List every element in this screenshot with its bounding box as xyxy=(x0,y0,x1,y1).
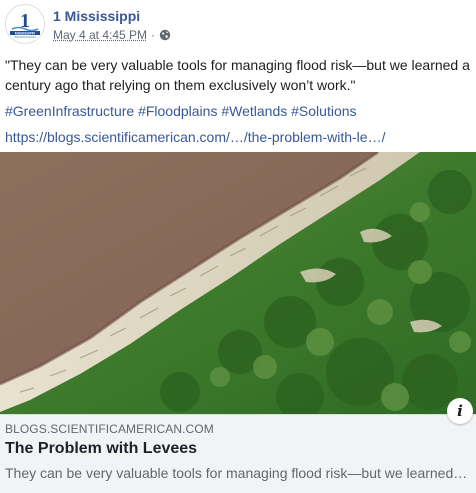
hashtag-list: #GreenInfrastructure #Floodplains #Wetla… xyxy=(5,101,475,121)
levee-aerial-photo xyxy=(0,152,476,414)
logo-text: MISSISSIPPI xyxy=(15,31,35,35)
globe-icon[interactable] xyxy=(159,29,171,41)
facebook-post: 1 MISSISSIPPI 1 Mississippi May 4 at 4:4… xyxy=(0,0,476,493)
hashtag-link[interactable]: #Solutions xyxy=(291,103,356,119)
link-preview[interactable]: BLOGS.SCIENTIFICAMERICAN.COM The Problem… xyxy=(0,414,476,493)
post-quote: "They can be very valuable tools for man… xyxy=(5,57,470,93)
meta-separator: · xyxy=(151,28,156,42)
mississippi-logo-icon: 1 MISSISSIPPI xyxy=(6,5,44,43)
hashtag-link[interactable]: #GreenInfrastructure xyxy=(5,103,134,119)
page-name-link[interactable]: 1 Mississippi xyxy=(53,8,140,24)
hashtag-link[interactable]: #Wetlands xyxy=(221,103,287,119)
preview-description: They can be very valuable tools for mana… xyxy=(5,465,471,481)
timestamp-link[interactable]: May 4 at 4:45 PM xyxy=(53,28,147,42)
hashtag-link[interactable]: #Floodplains xyxy=(138,103,217,119)
avatar[interactable]: 1 MISSISSIPPI xyxy=(5,4,45,44)
preview-title[interactable]: The Problem with Levees xyxy=(5,440,197,458)
preview-domain: BLOGS.SCIENTIFICAMERICAN.COM xyxy=(5,422,214,436)
post-meta: May 4 at 4:45 PM · xyxy=(53,28,171,42)
info-icon[interactable]: i xyxy=(447,398,473,424)
post-text: "They can be very valuable tools for man… xyxy=(5,55,475,147)
post-header: 1 MISSISSIPPI 1 Mississippi May 4 at 4:4… xyxy=(0,0,476,50)
article-url-link[interactable]: https://blogs.scientificamerican.com/…/t… xyxy=(5,129,385,145)
article-image[interactable] xyxy=(0,152,476,414)
link-line: https://blogs.scientificamerican.com/…/t… xyxy=(5,127,475,147)
